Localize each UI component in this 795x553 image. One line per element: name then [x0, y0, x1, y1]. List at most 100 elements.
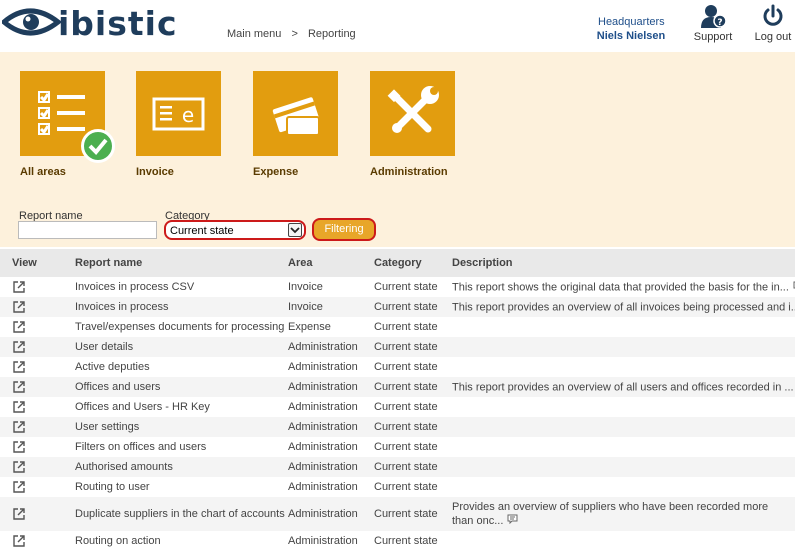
area-cell: Administration [288, 481, 358, 493]
area-cell: Invoice [288, 301, 323, 313]
report-name-cell: Offices and Users - HR Key [75, 401, 210, 413]
category-cell: Current state [374, 301, 438, 313]
category-select[interactable]: Current state [164, 220, 306, 240]
filter-button[interactable]: Filtering [312, 218, 376, 241]
category-cell: Current state [374, 281, 438, 293]
report-name-cell: User details [75, 341, 134, 353]
eye-logo-icon [2, 8, 62, 36]
open-report-icon[interactable] [12, 507, 26, 524]
breadcrumb: Main menu > Reporting [227, 28, 363, 40]
credit-card-icon [272, 97, 320, 136]
open-report-icon[interactable] [12, 380, 26, 397]
tile-expense-label[interactable]: Expense [253, 166, 298, 178]
area-cell: Administration [288, 441, 358, 453]
open-report-icon[interactable] [12, 340, 26, 357]
open-report-icon[interactable] [12, 280, 26, 297]
area-cell: Administration [288, 401, 358, 413]
table-row[interactable]: Active deputies Administration Current sta… [0, 357, 795, 377]
support-button[interactable]: ? Support [690, 4, 736, 43]
open-report-icon[interactable] [12, 400, 26, 417]
table-row[interactable]: User settings Administration Current state [0, 417, 795, 437]
table-row[interactable]: Invoices in process Invoice Current state T… [0, 297, 795, 317]
description-text: This report shows the original data that… [452, 281, 789, 294]
logo-text: ibistic [58, 4, 178, 43]
column-header-area[interactable]: Area [288, 257, 312, 269]
open-report-icon[interactable] [12, 460, 26, 477]
svg-text:?: ? [717, 18, 722, 28]
area-cell: Administration [288, 508, 358, 520]
tile-expense[interactable] [253, 71, 338, 156]
description-text: Provides an overview of suppliers who ha… [452, 501, 769, 527]
report-name-cell: Routing to user [75, 481, 150, 493]
open-report-icon[interactable] [12, 300, 26, 317]
description-cell: This report provides an overview of all … [452, 301, 795, 314]
open-report-icon[interactable] [12, 360, 26, 377]
open-report-icon[interactable] [12, 534, 26, 551]
area-cell: Expense [288, 321, 331, 333]
table-row[interactable]: Offices and users Administration Current s… [0, 377, 795, 397]
area-cell: Administration [288, 535, 358, 547]
column-header-view[interactable]: View [12, 257, 37, 269]
open-report-icon[interactable] [12, 320, 26, 337]
support-label: Support [693, 31, 733, 43]
comment-icon[interactable] [507, 514, 518, 528]
logout-label: Log out [754, 31, 792, 43]
table-row[interactable]: Routing on action Administration Current s… [0, 531, 795, 551]
area-cell: Administration [288, 381, 358, 393]
invoice-icon: e [152, 97, 205, 131]
category-cell: Current state [374, 481, 438, 493]
column-header-category[interactable]: Category [374, 257, 422, 269]
tile-administration-label[interactable]: Administration [370, 166, 448, 178]
svg-text:e: e [182, 103, 194, 127]
table-row[interactable]: Duplicate suppliers in the chart of acco… [0, 497, 795, 531]
area-selection-panel: All areas e Invoice Expense Administrati… [0, 52, 795, 247]
category-cell: Current state [374, 361, 438, 373]
area-cell: Administration [288, 361, 358, 373]
ibistic-logo[interactable]: ibistic [2, 2, 194, 46]
tile-invoice[interactable]: e [136, 71, 221, 156]
area-cell: Invoice [288, 281, 323, 293]
report-name-cell: Authorised amounts [75, 461, 173, 473]
tile-administration[interactable] [370, 71, 455, 156]
table-row[interactable]: User details Administration Current state [0, 337, 795, 357]
table-row[interactable]: Routing to user Administration Current sta… [0, 477, 795, 497]
description-text: This report provides an overview of all … [452, 381, 794, 394]
tile-invoice-label[interactable]: Invoice [136, 166, 174, 178]
category-selected-value: Current state [170, 225, 234, 237]
open-report-icon[interactable] [12, 440, 26, 457]
column-header-description[interactable]: Description [452, 257, 513, 269]
open-report-icon[interactable] [12, 420, 26, 437]
table-row[interactable]: Authorised amounts Administration Current … [0, 457, 795, 477]
selected-check-icon [81, 129, 115, 163]
breadcrumb-main-menu[interactable]: Main menu [227, 28, 281, 40]
chevron-down-icon[interactable] [288, 223, 302, 237]
table-row[interactable]: Invoices in process CSV Invoice Current st… [0, 277, 795, 297]
report-name-cell: Filters on offices and users [75, 441, 207, 453]
tile-all-areas-label[interactable]: All areas [20, 166, 66, 178]
table-row[interactable]: Travel/expenses documents for processing… [0, 317, 795, 337]
power-icon [763, 4, 783, 26]
category-cell: Current state [374, 461, 438, 473]
support-person-icon: ? [701, 5, 727, 28]
category-cell: Current state [374, 401, 438, 413]
report-name-input[interactable] [18, 221, 157, 239]
report-name-cell: Invoices in process [75, 301, 169, 313]
location-label: Headquarters [598, 16, 665, 28]
description-cell: Provides an overview of suppliers who ha… [452, 501, 772, 528]
area-cell: Administration [288, 341, 358, 353]
breadcrumb-reporting: Reporting [307, 28, 356, 40]
report-name-cell: User settings [75, 421, 140, 433]
open-report-icon[interactable] [12, 480, 26, 497]
column-header-report-name[interactable]: Report name [75, 257, 142, 269]
table-row[interactable]: Offices and Users - HR Key Administration… [0, 397, 795, 417]
report-name-cell: Offices and users [75, 381, 161, 393]
user-name[interactable]: Niels Nielsen [590, 30, 672, 42]
category-cell: Current state [374, 535, 438, 547]
logout-button[interactable]: Log out [750, 4, 795, 43]
report-name-cell: Active deputies [75, 361, 150, 373]
app-header: ibistic Main menu > Reporting Headquarte… [0, 0, 795, 52]
description-text: This report provides an overview of all … [452, 301, 795, 314]
table-row[interactable]: Filters on offices and users Administrati… [0, 437, 795, 457]
description-cell: This report provides an overview of all … [452, 381, 795, 394]
category-cell: Current state [374, 321, 438, 333]
